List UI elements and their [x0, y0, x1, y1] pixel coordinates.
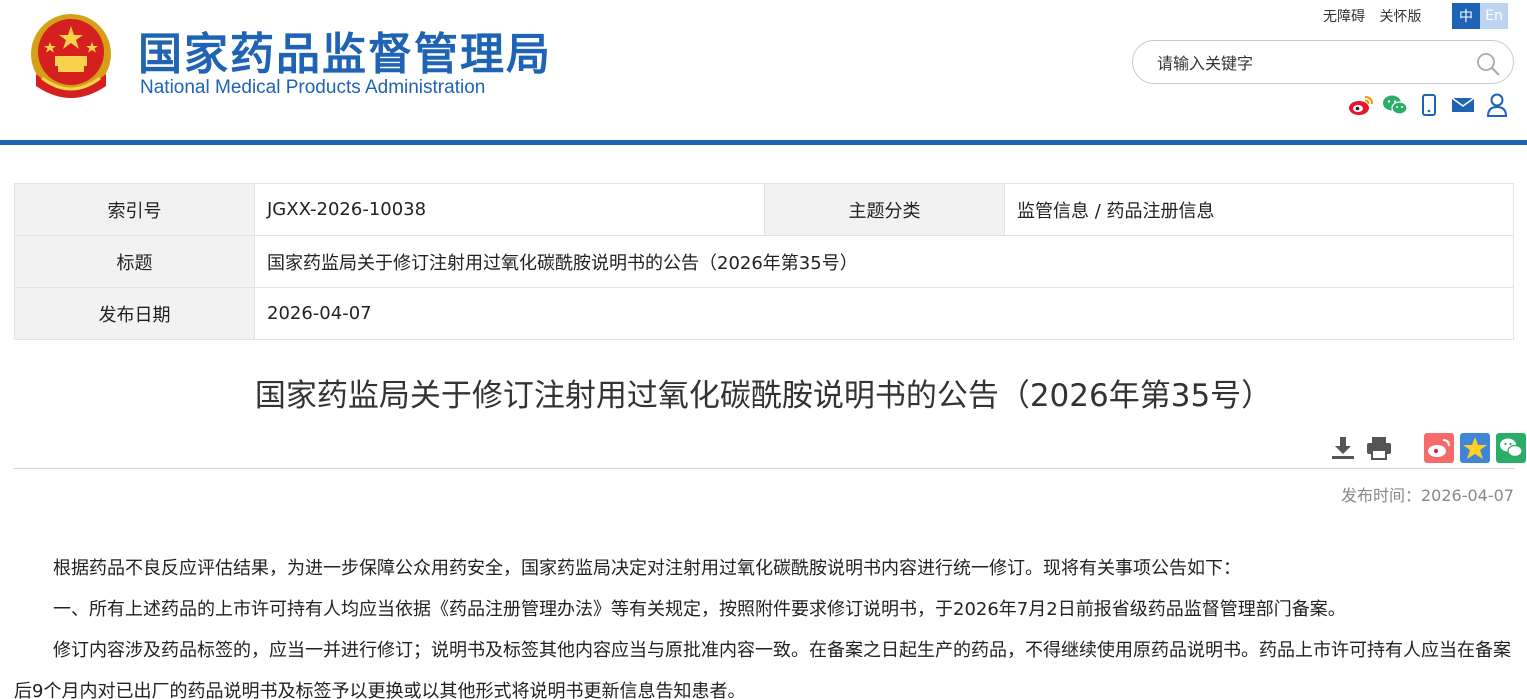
- top-links: 无障碍 关怀版: [1323, 6, 1431, 26]
- site-header: 国家药品监督管理局 National Medical Products Admi…: [0, 0, 1527, 140]
- publish-time: 发布时间：2026-04-07: [1341, 486, 1514, 505]
- category-label: 主题分类: [764, 183, 1005, 236]
- lang-en-button[interactable]: En: [1480, 3, 1508, 29]
- national-emblem-icon[interactable]: [28, 12, 114, 102]
- article-paragraph: 修订内容涉及药品标签的，应当一并进行修订；说明书及标签其他内容应当与原批准内容一…: [14, 640, 1511, 699]
- index-value: JGXX-2026-10038: [254, 183, 765, 236]
- share-weibo-icon[interactable]: [1424, 433, 1454, 463]
- title-label: 标题: [14, 235, 255, 288]
- site-title-en[interactable]: National Medical Products Administration: [140, 77, 485, 99]
- article-body: 根据药品不良反应评估结果，为进一步保障公众用药安全，国家药监局决定对注射用过氧化…: [14, 548, 1514, 699]
- care-mode-link[interactable]: 关怀版: [1379, 9, 1421, 25]
- download-icon[interactable]: [1328, 433, 1358, 463]
- table-row: 索引号 JGXX-2026-10038 主题分类 监管信息 / 药品注册信息: [14, 183, 1514, 236]
- mail-icon[interactable]: [1450, 92, 1476, 118]
- article-title: 国家药监局关于修订注射用过氧化碳酰胺说明书的公告（2026年第35号）: [254, 378, 1273, 414]
- favorite-star-icon[interactable]: [1460, 433, 1490, 463]
- date-label: 发布日期: [14, 287, 255, 340]
- language-switch: 中 En: [1452, 3, 1508, 29]
- search-box: [1132, 40, 1514, 84]
- table-row: 标题 国家药监局关于修订注射用过氧化碳酰胺说明书的公告（2026年第35号）: [14, 235, 1514, 288]
- table-row: 发布日期 2026-04-07: [14, 287, 1514, 340]
- site-title-cn[interactable]: 国家药品监督管理局: [138, 18, 552, 82]
- article-divider: [14, 468, 1514, 469]
- article-paragraph: 一、所有上述药品的上市许可持有人均应当依据《药品注册管理办法》等有关规定，按照附…: [53, 599, 1346, 620]
- info-table: 索引号 JGXX-2026-10038 主题分类 监管信息 / 药品注册信息 标…: [14, 183, 1514, 340]
- lang-zh-button[interactable]: 中: [1452, 3, 1480, 29]
- weibo-icon[interactable]: [1348, 92, 1374, 118]
- title-value: 国家药监局关于修订注射用过氧化碳酰胺说明书的公告（2026年第35号）: [254, 235, 1514, 288]
- article-paragraph: 根据药品不良反应评估结果，为进一步保障公众用药安全，国家药监局决定对注射用过氧化…: [53, 558, 1241, 579]
- wechat-icon[interactable]: [1382, 92, 1408, 118]
- search-icon[interactable]: [1475, 51, 1501, 77]
- print-icon[interactable]: [1364, 433, 1394, 463]
- accessibility-link[interactable]: 无障碍: [1323, 9, 1365, 25]
- mobile-icon[interactable]: [1416, 92, 1442, 118]
- date-value: 2026-04-07: [254, 287, 1514, 340]
- category-value: 监管信息 / 药品注册信息: [1004, 183, 1514, 236]
- social-links: [1348, 92, 1510, 118]
- search-input[interactable]: [1157, 51, 1457, 75]
- header-divider: [0, 140, 1527, 145]
- share-wechat-icon[interactable]: [1496, 433, 1526, 463]
- user-icon[interactable]: [1484, 92, 1510, 118]
- index-label: 索引号: [14, 183, 255, 236]
- article-tools: [1328, 433, 1527, 463]
